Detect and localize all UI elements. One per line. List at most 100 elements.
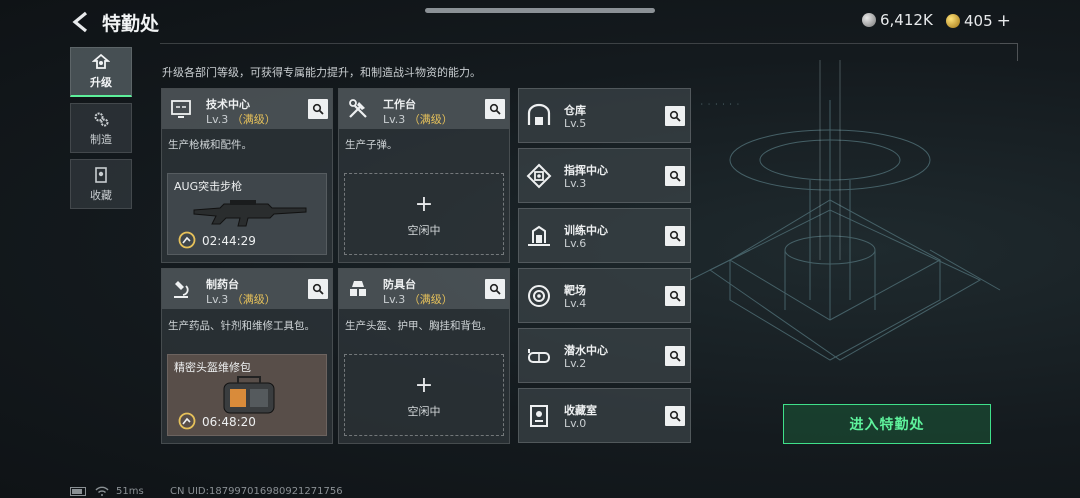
diving-icon	[528, 349, 550, 363]
search-icon	[489, 103, 501, 115]
details-button[interactable]	[308, 99, 328, 119]
collection-room-icon	[530, 405, 548, 427]
idle-production-slot[interactable]: + 空闲中	[344, 354, 504, 436]
sidebar-tab-label: 升级	[90, 76, 112, 89]
workshop-card-tech-center[interactable]: 技术中心 Lv.3 （满级） 生产枪械和配件。 AUG突击步枪 02:44:29	[161, 88, 333, 263]
search-icon	[669, 230, 681, 242]
add-production-icon: +	[414, 373, 434, 398]
workshop-level: Lv.3 （满级）	[206, 293, 276, 306]
facility-card-command-center[interactable]: 指挥中心 Lv.3	[518, 148, 691, 203]
add-currency-button[interactable]: +	[997, 11, 1011, 31]
facility-card-diving-center[interactable]: 潜水中心 Lv.2	[518, 328, 691, 383]
details-button[interactable]	[665, 166, 685, 186]
facility-name: 仓库	[564, 104, 586, 117]
facility-level: Lv.0	[564, 417, 587, 430]
production-item-name: AUG突击步枪	[174, 180, 243, 193]
search-icon	[489, 283, 501, 295]
divider	[160, 43, 1000, 44]
page-description: 升级各部门等级，可获得专属能力提升，和制造战斗物资的能力。	[162, 66, 481, 79]
workshop-name: 制药台	[206, 278, 239, 291]
enter-special-ops-button[interactable]: 进入特勤处	[783, 404, 991, 444]
add-production-icon: +	[414, 192, 434, 217]
workshop-description: 生产药品、针剂和维修工具包。	[168, 320, 315, 332]
workshop-level: Lv.3 （满级）	[206, 113, 276, 126]
search-icon	[669, 110, 681, 122]
details-button[interactable]	[665, 346, 685, 366]
silver-coin-icon	[862, 13, 876, 27]
sidebar-tab-collection[interactable]: 收藏	[70, 159, 132, 209]
facility-level: Lv.3	[564, 177, 587, 190]
workshop-description: 生产头盔、护甲、胸挂和背包。	[345, 320, 492, 332]
tools-icon	[349, 99, 367, 118]
user-id: CN UID:1879970169809212717​56	[170, 486, 343, 497]
base-blueprint-illustration: · · · · · ·	[690, 60, 1001, 361]
armor-icon	[350, 281, 366, 296]
search-icon	[669, 350, 681, 362]
sidebar-tab-label: 收藏	[90, 188, 112, 202]
details-button[interactable]	[665, 406, 685, 426]
upgrade-icon	[92, 53, 110, 69]
workshop-name: 工作台	[383, 98, 416, 111]
card-header: 防具台 Lv.3 （满级）	[339, 269, 509, 309]
production-slot[interactable]: AUG突击步枪 02:44:29	[167, 173, 327, 255]
details-button[interactable]	[485, 99, 505, 119]
warehouse-icon	[527, 103, 551, 125]
page-title: 特勤处	[102, 13, 160, 35]
ping-readout: 51ms	[116, 486, 144, 497]
facility-card-collection-room[interactable]: 收藏室 Lv.0	[518, 388, 691, 443]
facility-level: Lv.6	[564, 237, 587, 250]
sidebar-tab-label: 制造	[90, 132, 112, 146]
top-handle-bar	[425, 8, 655, 13]
gear-cluster-icon	[94, 112, 109, 126]
workshop-name: 防具台	[383, 278, 416, 291]
facility-level: Lv.5	[564, 117, 587, 130]
production-timer: 02:44:29	[202, 234, 256, 248]
search-icon	[312, 103, 324, 115]
facility-card-training-center[interactable]: 训练中心 Lv.6	[518, 208, 691, 263]
svg-text:· · · · · ·: · · · · · ·	[700, 101, 740, 108]
battery-icon	[70, 487, 86, 496]
idle-production-slot[interactable]: + 空闲中	[344, 173, 504, 255]
back-arrow-icon[interactable]	[70, 10, 92, 34]
workshop-card-workbench[interactable]: 工作台 Lv.3 （满级） 生产子弹。 + 空闲中	[338, 88, 510, 263]
gold-amount: 405	[964, 12, 993, 30]
workshop-description: 生产子弹。	[345, 139, 398, 151]
facility-card-shooting-range[interactable]: 靶场 Lv.4	[518, 268, 691, 323]
rifle-image	[193, 200, 307, 227]
collection-icon	[95, 166, 107, 183]
facility-name: 潜水中心	[564, 344, 608, 357]
repair-kit-image	[223, 376, 275, 414]
sidebar-tab-upgrade[interactable]: 升级	[70, 47, 132, 97]
details-button[interactable]	[665, 226, 685, 246]
facility-name: 收藏室	[564, 404, 597, 417]
facility-name: 训练中心	[564, 224, 608, 237]
details-button[interactable]	[308, 279, 328, 299]
gold-currency[interactable]: 405 +	[946, 11, 1011, 31]
facility-card-warehouse[interactable]: 仓库 Lv.5	[518, 88, 691, 143]
production-slot[interactable]: 精密头盔维修包 06:48:20	[167, 354, 327, 436]
card-header: 制药台 Lv.3 （满级）	[162, 269, 332, 309]
card-header: 技术中心 Lv.3 （满级）	[162, 89, 332, 129]
details-button[interactable]	[485, 279, 505, 299]
card-header: 工作台 Lv.3 （满级）	[339, 89, 509, 129]
workshop-name: 技术中心	[206, 98, 250, 111]
search-icon	[669, 290, 681, 302]
sidebar-tab-craft[interactable]: 制造	[70, 103, 132, 153]
details-button[interactable]	[665, 106, 685, 126]
facility-level: Lv.2	[564, 357, 587, 370]
corner-decoration	[1000, 43, 1018, 61]
search-icon	[312, 283, 324, 295]
facility-name: 靶场	[564, 284, 586, 297]
search-icon	[669, 170, 681, 182]
workshop-card-armor-bench[interactable]: 防具台 Lv.3 （满级） 生产头盔、护甲、胸挂和背包。 + 空闲中	[338, 268, 510, 444]
workshop-card-pharmacy[interactable]: 制药台 Lv.3 （满级） 生产药品、针剂和维修工具包。 精密头盔维修包 06:…	[161, 268, 333, 444]
workshop-level: Lv.3 （满级）	[383, 293, 453, 306]
timer-icon	[178, 412, 196, 430]
command-icon	[526, 163, 552, 189]
target-icon	[528, 285, 550, 307]
training-icon	[528, 225, 550, 246]
details-button[interactable]	[665, 286, 685, 306]
production-timer: 06:48:20	[202, 415, 256, 429]
wifi-icon	[95, 486, 109, 496]
monitor-icon	[171, 100, 191, 118]
